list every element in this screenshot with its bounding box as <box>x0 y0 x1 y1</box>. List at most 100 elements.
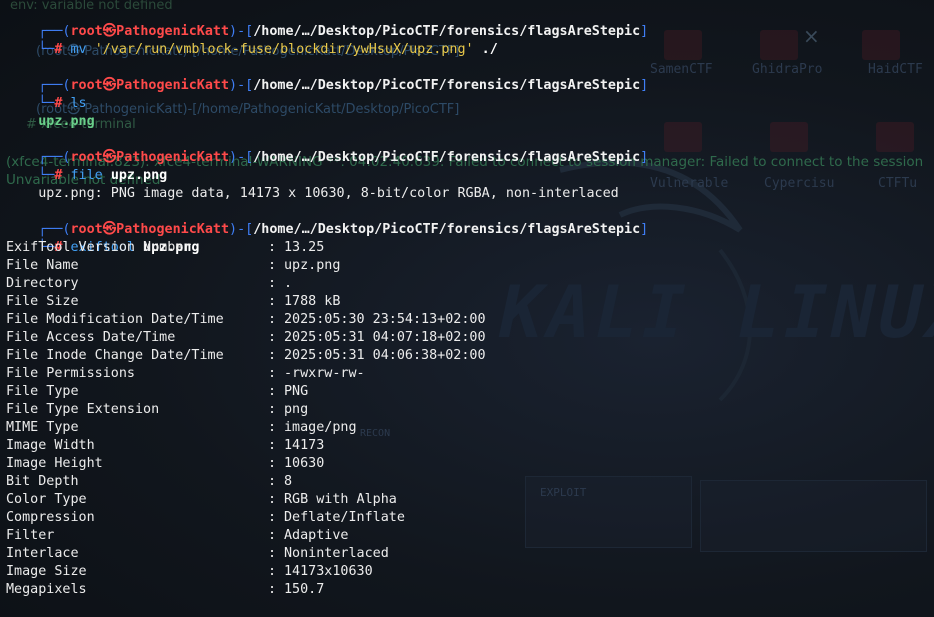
exif-row: File Size:1788 kB <box>6 293 906 311</box>
command-arg: '/var/run/vmblock-fuse/blockdir/ywHsuX/u… <box>94 42 474 57</box>
exif-key: Filter <box>6 528 55 543</box>
wall-label: Vulnerable <box>650 176 729 191</box>
exif-value: png <box>284 402 309 417</box>
exif-row: File Type Extension: png <box>6 401 906 419</box>
exif-value: 1788 kB <box>284 294 341 309</box>
prompt-line: ┌──(root㉿PathogenicKatt)-[/home/…/Deskto… <box>6 203 648 237</box>
exif-separator: : <box>268 402 277 417</box>
prompt-line: ┌──(root㉿PathogenicKatt)-[/home/…/Deskto… <box>6 131 648 165</box>
wall-label: CTFTu <box>878 176 918 191</box>
exif-row: Bit Depth:8 <box>6 473 906 491</box>
command-output: upz.png: PNG image data, 14173 x 10630, … <box>6 167 618 201</box>
prompt-mid: )-[ <box>229 150 254 165</box>
command-line: └─# exiftool upz.png <box>6 221 199 255</box>
exif-row: ExifTool Version Number:13.25 <box>6 239 906 257</box>
command-name: mv <box>70 42 87 57</box>
close-icon: × <box>803 24 820 48</box>
exif-separator: : <box>268 438 277 453</box>
exif-row: File Name: upz.png <box>6 257 906 275</box>
exif-value: 10630 <box>284 456 325 471</box>
wall-label: Cypercisu <box>764 176 835 191</box>
exif-value: RGB with Alpha <box>284 492 397 507</box>
prompt-cwd: /home/…/Desktop/PicoCTF/forensics/flagsA… <box>253 78 641 93</box>
exif-row: Image Height:10630 <box>6 455 906 473</box>
exif-row: File Inode Change Date/Time:2025:05:31 0… <box>6 347 906 365</box>
exif-key: File Type <box>6 384 79 399</box>
exif-value: image/png <box>284 420 357 435</box>
exif-value: 13.25 <box>284 240 325 255</box>
exif-value: Noninterlaced <box>284 546 389 561</box>
exif-row: Filter: Adaptive <box>6 527 906 545</box>
exif-separator: : <box>268 240 277 255</box>
exif-value: 150.7 <box>284 582 325 597</box>
exif-row: File Permissions: -rwxrw-rw- <box>6 365 906 383</box>
exif-key: File Access Date/Time <box>6 330 176 345</box>
exif-separator: : <box>268 366 277 381</box>
exif-value: 14173 <box>284 438 325 453</box>
wall-label: GhidraPro <box>752 62 823 77</box>
command-line: └─# mv '/var/run/vmblock-fuse/blockdir/y… <box>6 23 498 57</box>
wall-label: HaidCTF <box>868 62 923 77</box>
exif-key: File Permissions <box>6 366 135 381</box>
command-arg: ./ <box>481 42 498 57</box>
exif-row: Image Width:14173 <box>6 437 906 455</box>
exif-value: upz.png <box>284 258 341 273</box>
exif-key: MIME Type <box>6 420 79 435</box>
exif-key: File Modification Date/Time <box>6 312 224 327</box>
exif-separator: : <box>268 456 277 471</box>
exif-value: PNG <box>284 384 309 399</box>
terminal-window[interactable]: KALI LINUX SamenCTF GhidraPro HaidCTF Vu… <box>0 0 934 617</box>
wall-tile <box>664 122 702 152</box>
exif-separator: : <box>268 276 277 291</box>
exif-separator: : <box>268 258 277 273</box>
exif-key: File Inode Change Date/Time <box>6 348 224 363</box>
exif-key: Compression <box>6 510 95 525</box>
exif-value: 2025:05:31 04:06:38+02:00 <box>284 348 486 363</box>
exif-separator: : <box>268 294 277 309</box>
exif-separator: : <box>268 510 277 525</box>
exif-key: Directory <box>6 276 79 291</box>
exif-row: File Modification Date/Time:2025:05:30 2… <box>6 311 906 329</box>
exif-value: 14173x10630 <box>284 564 373 579</box>
exif-key: Image Height <box>6 456 103 471</box>
exif-key: File Type Extension <box>6 402 160 417</box>
exif-row: MIME Type: image/png <box>6 419 906 437</box>
prompt-line: ┌──(root㉿PathogenicKatt)-[/home/…/Deskto… <box>6 5 648 39</box>
wall-tile <box>862 30 900 60</box>
exif-separator: : <box>268 528 277 543</box>
ghost-prompt: (root㉿ PathogenicKatt)-[/home/Pathogenic… <box>36 102 460 117</box>
prompt-host: PathogenicKatt <box>116 78 230 93</box>
exif-row: File Type: PNG <box>6 383 906 401</box>
exif-key: Interlace <box>6 546 79 561</box>
command-line: └─# file upz.png <box>6 149 167 183</box>
exif-value: 2025:05:31 04:07:18+02:00 <box>284 330 486 345</box>
command-line: └─# ls <box>6 77 86 111</box>
exif-row: Color Type: RGB with Alpha <box>6 491 906 509</box>
exif-separator: : <box>268 330 277 345</box>
exif-row: Interlace: Noninterlaced <box>6 545 906 563</box>
wall-tile <box>760 30 798 60</box>
prompt-end: ] <box>640 150 649 165</box>
exif-separator: : <box>268 420 277 435</box>
exif-key: Image Size <box>6 564 87 579</box>
exif-separator: : <box>268 384 277 399</box>
exif-separator: : <box>268 312 277 327</box>
prompt-cwd: /home/…/Desktop/PicoCTF/forensics/flagsA… <box>253 222 641 237</box>
exif-value: -rwxrw-rw- <box>284 366 365 381</box>
exif-key: Color Type <box>6 492 87 507</box>
file-output: upz.png: PNG image data, 14173 x 10630, … <box>38 186 619 201</box>
command-output: upz.png <box>6 95 94 129</box>
prompt-mid: )-[ <box>229 222 254 237</box>
exif-row: File Access Date/Time:2025:05:31 04:07:1… <box>6 329 906 347</box>
prompt-end: ] <box>640 222 649 237</box>
wall-tile <box>770 122 808 152</box>
prompt-mid: )-[ <box>229 78 254 93</box>
exif-key: File Name <box>6 258 79 273</box>
prompt-symbol: # <box>54 42 63 57</box>
exif-key: Bit Depth <box>6 474 79 489</box>
exif-separator: : <box>268 348 277 363</box>
exif-row: Compression: Deflate/Inflate <box>6 509 906 527</box>
exif-separator: : <box>268 474 277 489</box>
prompt-line: ┌──(root㉿PathogenicKatt)-[/home/…/Deskto… <box>6 59 648 93</box>
exif-key: File Size <box>6 294 79 309</box>
